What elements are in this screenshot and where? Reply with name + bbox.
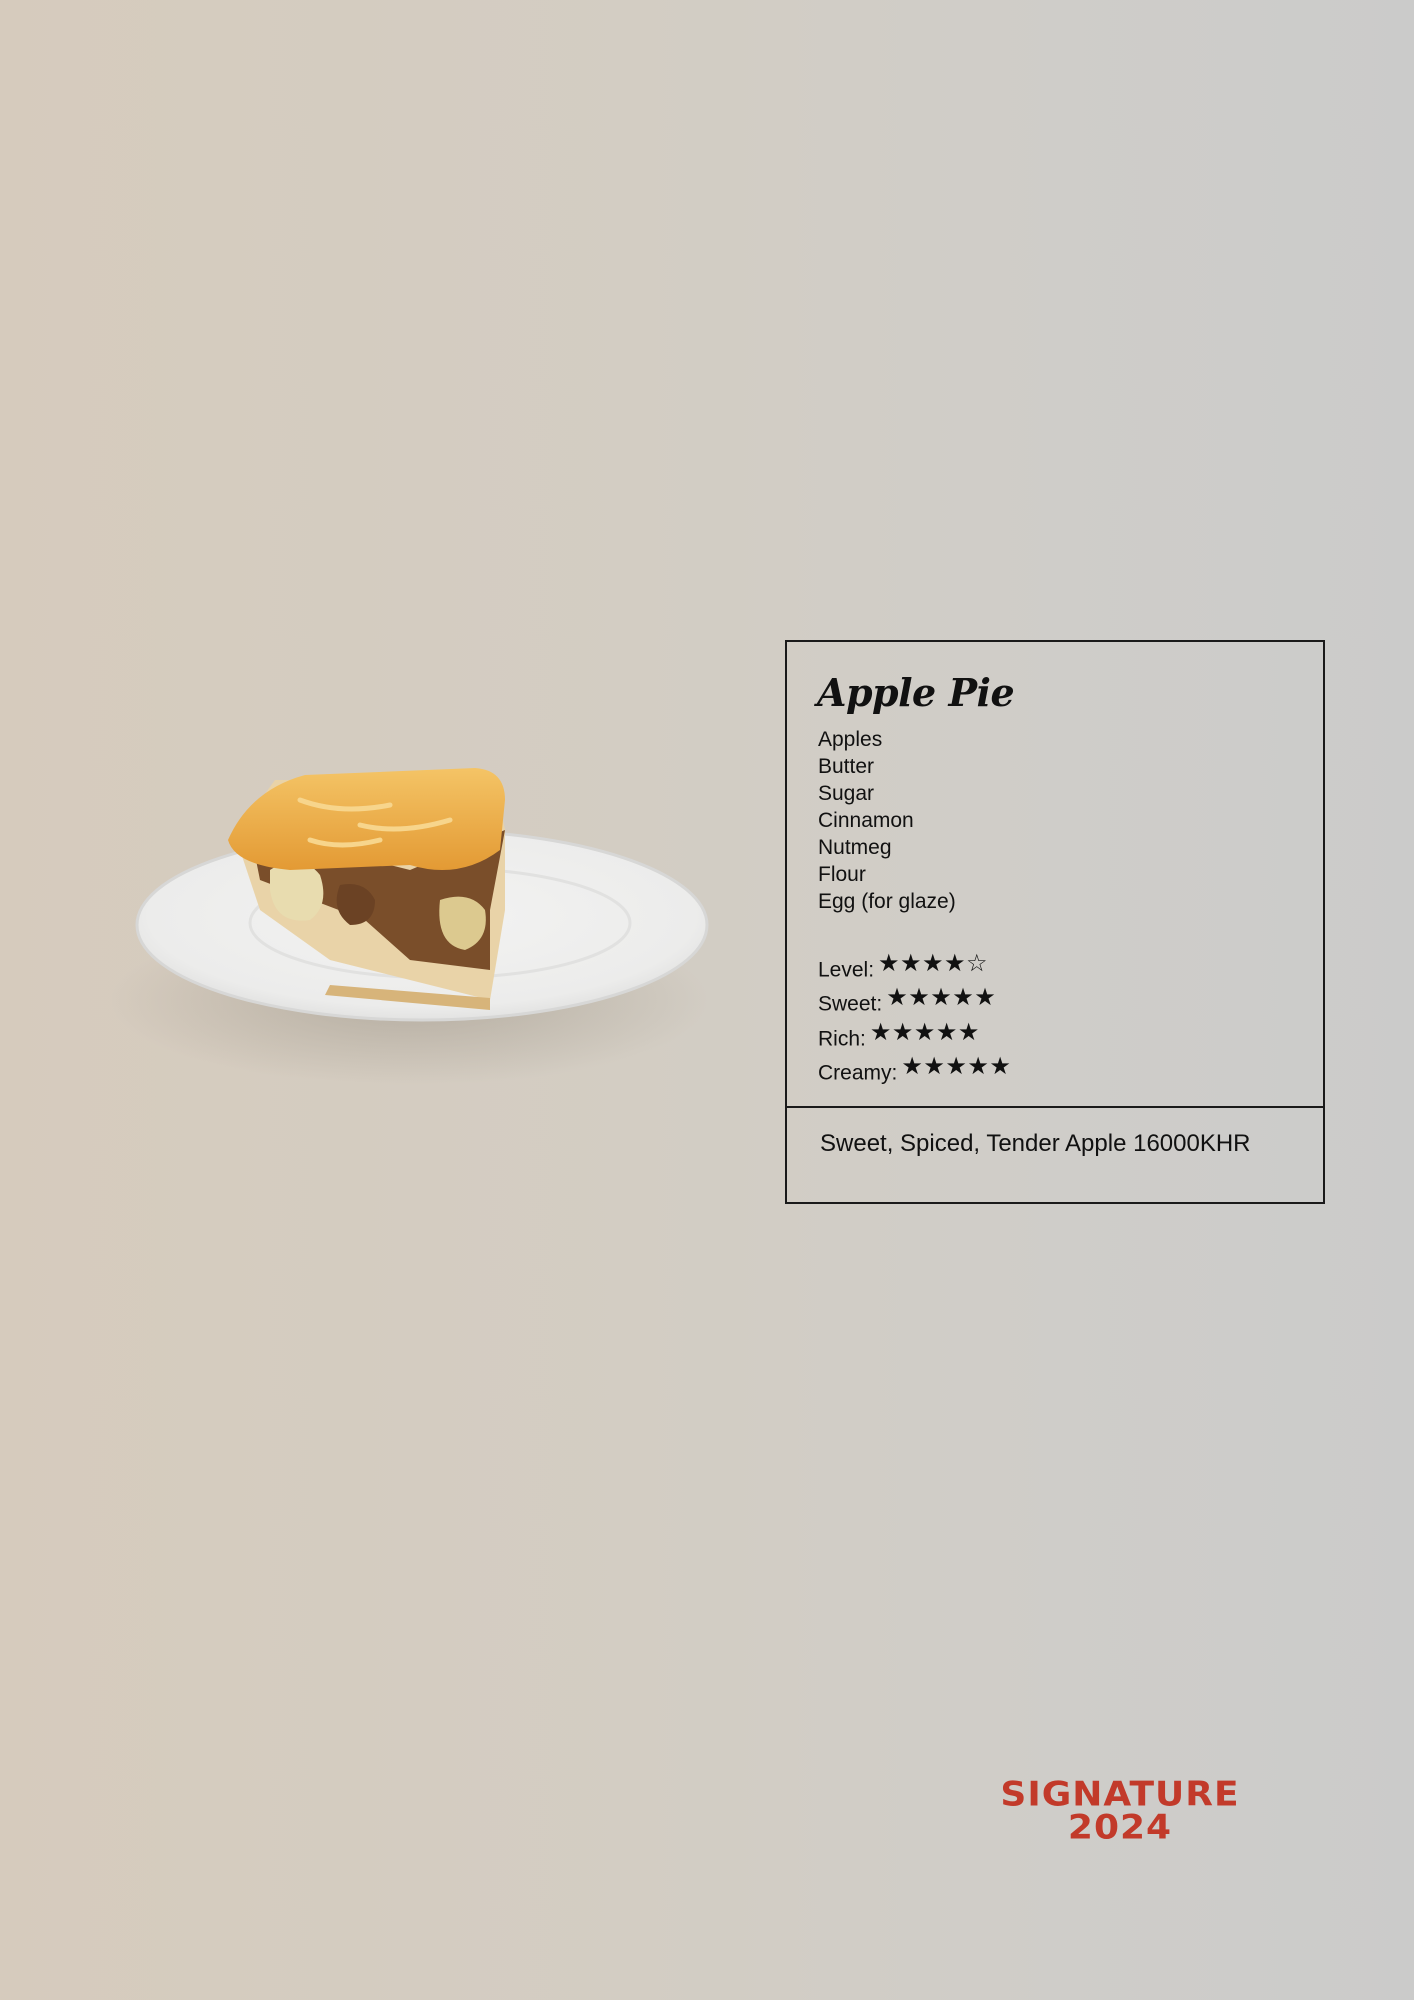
rating-label: Rich: [818,1027,866,1051]
rating-label: Sweet: [818,992,883,1016]
star-filled-icon: ★ [974,984,997,1012]
rating-label: Level: [818,958,875,982]
star-empty-icon: ☆ [966,950,989,977]
star-filled-icon: ★ [944,950,967,977]
star-rating: ★★★★★ [886,984,996,1012]
star-filled-icon: ★ [967,1053,990,1081]
logo-line-2: 2024 [1067,1808,1173,1847]
star-filled-icon: ★ [891,1018,915,1046]
rating-label: Creamy: [818,1061,898,1085]
star-filled-icon: ★ [913,1018,937,1046]
ratings: Level: ★★★★☆ Sweet: ★★★★★ Rich: ★★★★★ Cream… [818,950,1011,1088]
ingredient-item: Egg (for glaze) [818,890,956,913]
rating-rich: Rich: ★★★★★ [818,1019,1011,1053]
star-filled-icon: ★ [989,1053,1012,1081]
card-details: Apple Pie Apples Butter Sugar Cinnamon N… [787,642,1323,1108]
ingredient-item: Nutmeg [818,836,892,859]
star-filled-icon: ★ [923,1053,946,1081]
ingredients-list: Apples Butter Sugar Cinnamon Nutmeg Flou… [818,726,956,915]
star-filled-icon: ★ [869,1018,893,1046]
star-filled-icon: ★ [922,950,945,977]
star-filled-icon: ★ [900,950,923,977]
menu-page: Apple Pie Apples Butter Sugar Cinnamon N… [0,0,1414,2000]
item-tagline-price: Sweet, Spiced, Tender Apple 16000KHR [820,1130,1251,1157]
rating-creamy: Creamy: ★★★★★ [818,1053,1011,1087]
star-rating: ★★★★★ [901,1053,1011,1081]
star-filled-icon: ★ [886,984,909,1012]
star-filled-icon: ★ [930,984,953,1012]
ingredient-item: Apples [818,728,883,751]
rating-level: Level: ★★★★☆ [818,950,1011,984]
star-filled-icon: ★ [908,984,931,1012]
star-filled-icon: ★ [957,1018,981,1046]
star-filled-icon: ★ [945,1053,968,1081]
item-title: Apple Pie [817,670,1015,715]
star-filled-icon: ★ [901,1053,924,1081]
star-filled-icon: ★ [952,984,975,1012]
star-rating: ★★★★☆ [878,950,988,978]
ingredient-item: Flour [818,863,866,886]
star-rating: ★★★★★ [870,1019,980,1047]
pie-slice-on-plate-icon [110,760,730,1090]
menu-item-card: Apple Pie Apples Butter Sugar Cinnamon N… [785,640,1325,1204]
signature-logo: SIGNATURE 2024 [985,1775,1255,1847]
ingredient-item: Cinnamon [818,809,914,832]
ingredient-item: Butter [818,755,875,778]
logo-line-1: SIGNATURE [1000,1775,1240,1814]
star-filled-icon: ★ [878,950,901,977]
ingredient-item: Sugar [818,782,875,805]
star-filled-icon: ★ [935,1018,959,1046]
rating-sweet: Sweet: ★★★★★ [818,984,1011,1018]
